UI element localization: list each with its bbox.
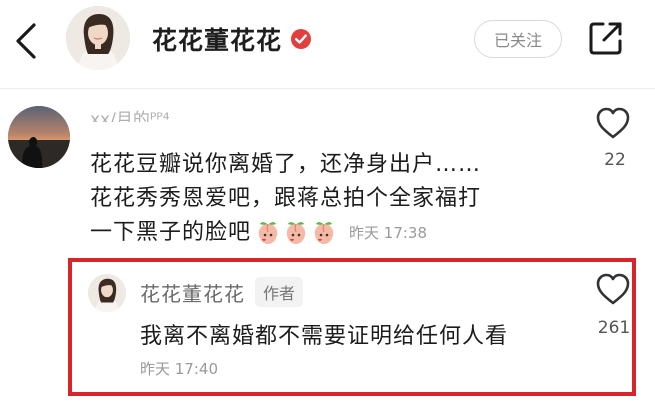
comment-line-with-meta: 一下黑子的脸吧 昨天 17:38 bbox=[90, 216, 560, 250]
chevron-left-icon bbox=[16, 23, 36, 59]
share-icon bbox=[589, 22, 622, 55]
peach-face-emoji-icon bbox=[314, 222, 334, 244]
reply-timestamp: 昨天 17:40 bbox=[140, 360, 218, 378]
heart-icon bbox=[596, 107, 630, 139]
reply-header: 花花董花花 作者 bbox=[140, 276, 304, 308]
comment-line: 花花豆瓣说你离婚了，还净身出户…… bbox=[90, 152, 482, 177]
share-button[interactable] bbox=[586, 18, 626, 58]
heart-icon bbox=[596, 273, 630, 305]
author-badge: 作者 bbox=[255, 277, 304, 307]
emoji-group bbox=[255, 220, 337, 246]
profile-header: 花花董花花 bbox=[152, 22, 312, 56]
comment-line: 花花秀秀恩爱吧，跟蒋总拍个全家福打 bbox=[90, 186, 482, 211]
like-button[interactable] bbox=[594, 270, 632, 308]
peach-face-emoji-icon bbox=[258, 222, 278, 244]
peach-face-emoji-icon bbox=[286, 222, 306, 244]
commenter-name[interactable]: xx/月的ᴾᴾ⁴ bbox=[90, 106, 170, 122]
like-count: 22 bbox=[604, 150, 626, 170]
header-divider bbox=[0, 88, 655, 89]
profile-name: 花花董花花 bbox=[152, 26, 283, 55]
follow-button[interactable]: 已关注 bbox=[474, 20, 562, 58]
reply-body: 我离不离婚都不需要证明给任何人看 bbox=[140, 324, 509, 349]
verified-badge-icon bbox=[291, 29, 312, 49]
reply-username[interactable]: 花花董花花 bbox=[140, 278, 245, 307]
back-button[interactable] bbox=[8, 21, 44, 61]
commenter-avatar[interactable] bbox=[8, 106, 70, 168]
reply-avatar[interactable] bbox=[88, 274, 126, 312]
woman-portrait-image bbox=[66, 6, 130, 70]
sunset-photo-image bbox=[8, 106, 70, 168]
comment-body: 花花豆瓣说你离婚了，还净身出户…… 花花秀秀恩爱吧，跟蒋总拍个全家福打 一下黑子… bbox=[90, 148, 560, 250]
profile-avatar[interactable] bbox=[66, 6, 130, 70]
woman-portrait-image bbox=[88, 274, 126, 312]
comment-line: 一下黑子的脸吧 bbox=[90, 220, 252, 245]
comment-timestamp: 昨天 17:38 bbox=[349, 224, 428, 242]
like-count: 261 bbox=[597, 318, 631, 338]
like-button[interactable] bbox=[594, 104, 632, 142]
